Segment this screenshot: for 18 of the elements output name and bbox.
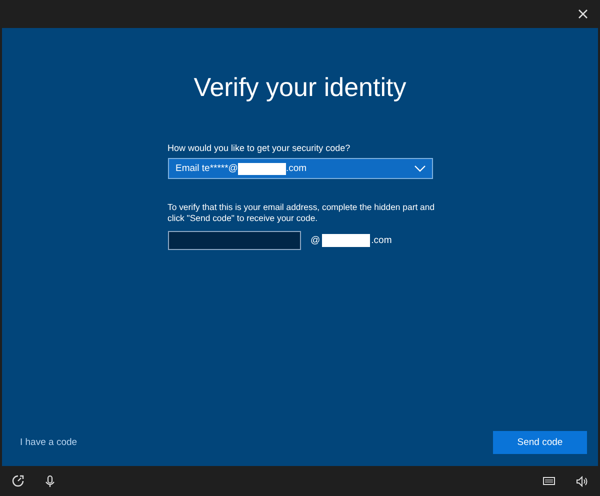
email-input-field[interactable] [168, 231, 300, 250]
send-code-button[interactable]: Send code [493, 431, 587, 454]
instruction-text: To verify that this is your email address, complete the hidden part and click "Send code" to receive your code. [168, 202, 436, 224]
keyboard-icon[interactable] [543, 477, 555, 485]
close-button[interactable] [577, 8, 589, 20]
redaction-block [238, 162, 286, 174]
at-sign: @ [310, 235, 320, 246]
chevron-icon [414, 165, 426, 172]
have-code-link[interactable]: I have a code [20, 437, 78, 448]
microphone-icon[interactable] [45, 474, 55, 488]
speaker-icon[interactable] [576, 476, 588, 486]
close-icon [578, 9, 588, 19]
method-label: How would you like to get your security code? [168, 143, 352, 153]
redaction-block [322, 234, 370, 247]
page-title: Verify your identity [194, 72, 406, 103]
ease-of-access-icon[interactable] [12, 475, 24, 487]
email-dropdown[interactable]: Email te*****@ .com [168, 158, 432, 179]
domain-suffix: .com [371, 235, 392, 246]
